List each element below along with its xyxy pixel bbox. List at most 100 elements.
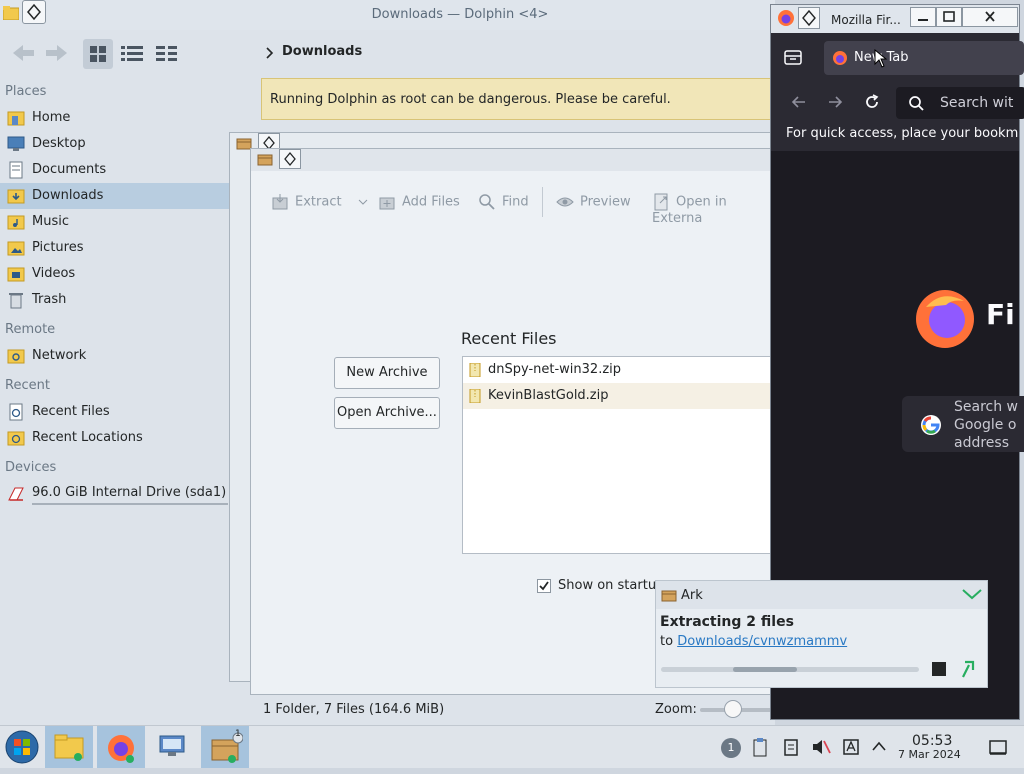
- recent-files-list[interactable]: dnSpy-net-win32.zip KevinBlastGold.zip: [462, 356, 782, 554]
- ark-titlebar[interactable]: [251, 149, 776, 171]
- zoom-slider-handle[interactable]: [724, 700, 742, 718]
- maximize-button[interactable]: [936, 7, 962, 27]
- diamond-icon: [284, 151, 296, 167]
- minimize-button[interactable]: [910, 7, 936, 27]
- icons-view-button[interactable]: [83, 39, 113, 69]
- back-button[interactable]: [10, 42, 36, 68]
- extraction-notification: Ark Extracting 2 files to Downloads/cvnw…: [655, 580, 988, 688]
- chevron-down-icon[interactable]: [358, 198, 368, 206]
- ark-package-icon: [661, 590, 677, 602]
- checkmark-icon: [539, 581, 549, 591]
- window-menu-button[interactable]: [22, 0, 46, 24]
- taskbar-system-settings[interactable]: [149, 726, 197, 768]
- google-search-box[interactable]: Search w Google o address: [902, 396, 1024, 452]
- place-network[interactable]: Network: [0, 343, 230, 369]
- tray-expand-button[interactable]: [871, 740, 887, 756]
- window-menu-button[interactable]: [798, 7, 820, 29]
- minimize-icon: [918, 19, 928, 21]
- show-on-startup-checkbox[interactable]: [537, 579, 551, 593]
- preview-label: Preview: [580, 194, 631, 210]
- url-bar[interactable]: Search wit: [896, 87, 1024, 119]
- place-home[interactable]: Home: [0, 105, 230, 131]
- place-downloads[interactable]: Downloads: [0, 183, 230, 209]
- taskbar-dolphin[interactable]: [45, 726, 93, 768]
- place-recent-locations[interactable]: Recent Locations: [0, 425, 230, 451]
- forward-button[interactable]: [826, 93, 844, 115]
- firefox-logo-icon: [108, 735, 134, 763]
- destination-folder-link[interactable]: Downloads/cvnwzmammv: [677, 634, 847, 649]
- breadcrumb[interactable]: Downloads: [282, 44, 362, 59]
- taskbar-firefox[interactable]: [97, 726, 145, 768]
- place-trash[interactable]: Trash: [0, 287, 230, 313]
- input-method-tray-button[interactable]: [842, 738, 860, 760]
- folder-icon: [54, 734, 84, 761]
- list-item[interactable]: dnSpy-net-win32.zip: [463, 357, 781, 383]
- place-music[interactable]: Music: [0, 209, 230, 235]
- place-desktop[interactable]: Desktop: [0, 131, 230, 157]
- list-item[interactable]: KevinBlastGold.zip: [463, 383, 781, 409]
- grid-view-icon: [90, 46, 106, 62]
- place-videos[interactable]: Videos: [0, 261, 230, 287]
- chevron-down-icon: [962, 589, 982, 600]
- place-recent-files[interactable]: Recent Files: [0, 399, 230, 425]
- diamond-icon: [802, 9, 816, 27]
- compact-view-button[interactable]: [156, 45, 178, 67]
- start-menu-button[interactable]: [4, 729, 40, 769]
- stop-button[interactable]: [932, 662, 946, 676]
- details-view-button[interactable]: [121, 45, 143, 67]
- back-button[interactable]: [790, 93, 808, 115]
- ark-package-icon: [257, 154, 273, 166]
- clock-time[interactable]: 05:53: [912, 733, 952, 749]
- place-label: Documents: [32, 162, 107, 177]
- recent-file-name: KevinBlastGold.zip: [488, 388, 609, 403]
- recent-file-name: dnSpy-net-win32.zip: [488, 362, 622, 377]
- recent-files-title: Recent Files: [461, 329, 557, 348]
- new-archive-button[interactable]: New Archive: [334, 357, 440, 389]
- close-button[interactable]: [962, 7, 1018, 27]
- open-external-button[interactable]: Open in Externa: [652, 193, 776, 226]
- maximize-icon: [943, 11, 955, 22]
- open-archive-button[interactable]: Open Archive...: [334, 397, 440, 429]
- search-icon: [479, 194, 495, 210]
- notification-header: Ark: [656, 581, 987, 609]
- firefox-logo-icon: [778, 10, 794, 26]
- find-button[interactable]: Find: [478, 193, 529, 211]
- firefox-view-button[interactable]: [783, 47, 803, 71]
- extract-button[interactable]: Extract: [271, 193, 368, 211]
- place-label: 96.0 GiB Internal Drive (sda1): [32, 485, 227, 500]
- desktop-icon: [7, 136, 25, 151]
- chevron-up-icon: [872, 741, 886, 751]
- document-stack-icon: [784, 739, 798, 756]
- recent-locations-icon: [7, 431, 25, 446]
- volume-tray-button[interactable]: [811, 738, 831, 760]
- place-documents[interactable]: Documents: [0, 157, 230, 183]
- notification-body: to Downloads/cvnwzmammv: [660, 634, 847, 649]
- taskbar-ark[interactable]: 1: [201, 726, 249, 768]
- add-files-button[interactable]: Add Files: [378, 193, 460, 211]
- place-internal-drive[interactable]: 96.0 GiB Internal Drive (sda1): [0, 480, 230, 506]
- reload-button[interactable]: [863, 93, 881, 115]
- diamond-icon: [27, 3, 41, 21]
- place-label: Desktop: [32, 136, 86, 151]
- arrow-left-icon: [791, 96, 805, 108]
- notification-count-badge[interactable]: 1: [721, 738, 741, 758]
- clipboard-tray-button[interactable]: [752, 737, 768, 761]
- clock-date[interactable]: 7 Mar 2024: [898, 748, 961, 761]
- forward-button[interactable]: [44, 42, 70, 68]
- show-on-startup-label[interactable]: Show on startup: [558, 578, 664, 593]
- task-manager-tray-button[interactable]: [782, 738, 800, 760]
- collapse-notification-button[interactable]: [961, 587, 983, 605]
- place-label: Home: [32, 110, 71, 125]
- preview-button[interactable]: Preview: [556, 193, 631, 211]
- show-desktop-button[interactable]: [988, 738, 1008, 760]
- place-pictures[interactable]: Pictures: [0, 235, 230, 261]
- firefox-titlebar[interactable]: Mozilla Fir...: [771, 5, 1019, 33]
- pictures-folder-icon: [7, 241, 25, 256]
- hard-drive-icon: [8, 487, 24, 501]
- extract-icon: [272, 194, 288, 210]
- dolphin-titlebar[interactable]: Downloads — Dolphin <4>: [0, 0, 775, 30]
- add-files-icon: [379, 197, 395, 210]
- pin-button[interactable]: [959, 659, 977, 683]
- tab-new-tab[interactable]: New Tab: [824, 41, 1024, 75]
- window-menu-button[interactable]: [279, 149, 301, 169]
